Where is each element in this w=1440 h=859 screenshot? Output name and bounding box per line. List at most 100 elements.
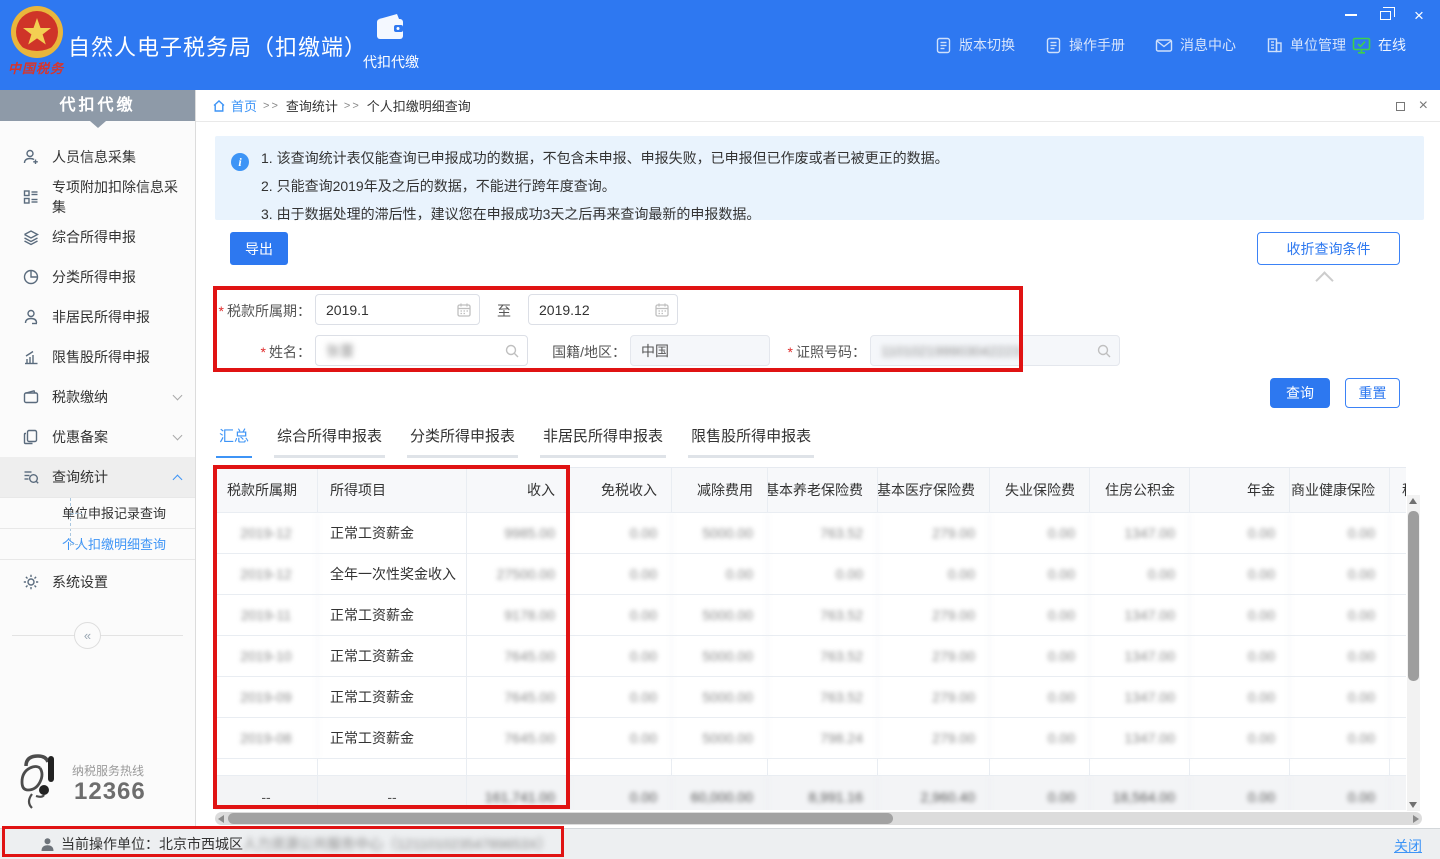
scroll-right-arrow-icon[interactable] [1413, 815, 1419, 823]
scroll-down-arrow-icon[interactable] [1409, 802, 1417, 808]
report-tabs: 汇总 综合所得申报表 分类所得申报表 非居民所得申报表 限售股所得申报表 [216, 425, 814, 458]
table-row[interactable]: 2019-12正常工资薪金9985.000.005000.00763.52279… [215, 513, 1406, 554]
period-to-input[interactable]: 2019.12 [528, 294, 678, 325]
tax-bureau-emblem-icon [10, 5, 64, 59]
vertical-scrollbar[interactable] [1407, 495, 1420, 811]
period-to-label: 至 [489, 301, 519, 321]
copy-docs-icon [22, 428, 40, 446]
table-cell [878, 759, 990, 776]
nav-unit-management[interactable]: 单位管理 [1266, 35, 1346, 55]
column-header: 减除费用 [672, 468, 768, 512]
query-button[interactable]: 查询 [1270, 378, 1330, 408]
income-item-cell: 正常工资薪金 [318, 595, 467, 635]
summary-value-cell: 8,991.16 [768, 776, 878, 810]
status-bar: 当前操作单位：北京市西城区人力资源公共服务中心（1211010235478965… [0, 828, 1440, 859]
window-minimize-button[interactable] [1340, 4, 1362, 26]
hotline-label: 纳税服务热线 [72, 762, 144, 779]
breadcrumb-level2: 个人扣缴明细查询 [367, 96, 471, 115]
sidebar-item-restricted-stock[interactable]: 限售股所得申报 [0, 337, 195, 377]
tab-comprehensive-income[interactable]: 综合所得申报表 [274, 425, 385, 458]
tab-restricted-stock[interactable]: 限售股所得申报表 [688, 425, 814, 458]
fold-query-button[interactable]: 收折查询条件 [1257, 232, 1400, 265]
sidebar-item-preferential-filing[interactable]: 优惠备案 [0, 417, 195, 457]
summary-item-cell: -- [318, 776, 467, 810]
reset-button[interactable]: 重置 [1345, 378, 1400, 408]
scroll-up-arrow-icon[interactable] [1409, 498, 1417, 504]
pie-chart-icon [22, 268, 40, 286]
value-cell: 763.52 [768, 513, 878, 553]
table-row[interactable]: 2019-09正常工资薪金7645.000.005000.00763.52279… [215, 677, 1406, 718]
hotline-number: 12366 [74, 778, 146, 806]
envelope-icon [1155, 38, 1173, 53]
sidebar-item-classified-income[interactable]: 分类所得申报 [0, 257, 195, 297]
horizontal-scrollbar[interactable] [215, 812, 1422, 825]
sidebar-collapse-button[interactable]: « [74, 622, 101, 649]
nav-label: 版本切换 [959, 35, 1015, 55]
nationality-value: 中国 [641, 341, 669, 361]
value-cell: 0.00 [990, 513, 1090, 553]
breadcrumb-level1[interactable]: 查询统计 [286, 96, 338, 115]
summary-value-cell: 0.00 [1290, 776, 1390, 810]
calendar-icon[interactable] [456, 302, 472, 318]
vertical-scrollbar-thumb[interactable] [1408, 511, 1419, 681]
table-cell [1190, 759, 1290, 776]
nav-manual[interactable]: 操作手册 [1045, 35, 1125, 55]
value-cell: 279.00 [878, 595, 990, 635]
sidebar-item-system-settings[interactable]: 系统设置 [0, 560, 195, 604]
value-cell: 5000.00 [672, 595, 768, 635]
close-link[interactable]: 关闭 [1394, 836, 1422, 856]
table-cell [990, 759, 1090, 776]
value-cell: 0.00 [672, 554, 768, 594]
nav-message-center[interactable]: 消息中心 [1155, 35, 1236, 55]
sidebar-item-personnel-info[interactable]: 人员信息采集 [0, 137, 195, 177]
value-cell: 0.00 [1390, 718, 1406, 758]
sidebar-item-label: 分类所得申报 [52, 267, 136, 287]
tab-nonresident-income[interactable]: 非居民所得申报表 [540, 425, 666, 458]
column-header: 基本养老保险费 [768, 468, 878, 512]
table-header-row: 税款所属期所得项目收入免税收入减除费用基本养老保险费基本医疗保险费失业保险费住房… [215, 468, 1406, 513]
period-cell: 2019-12 [215, 554, 318, 594]
current-unit-label: 当前操作单位： [61, 834, 159, 854]
window-restore-button[interactable] [1374, 4, 1396, 26]
sidebar-item-query-statistics[interactable]: 查询统计 [0, 457, 195, 497]
sidebar-item-nonresident-income[interactable]: 非居民所得申报 [0, 297, 195, 337]
value-cell: 798.24 [768, 718, 878, 758]
window-close-button[interactable]: × [1408, 4, 1430, 26]
search-icon[interactable] [504, 343, 520, 359]
period-from-input[interactable]: 2019.1 [315, 294, 480, 325]
table-row[interactable]: 2019-12全年一次性奖金收入27500.000.000.000.000.00… [215, 554, 1406, 595]
horizontal-scrollbar-thumb[interactable] [228, 813, 893, 824]
name-input[interactable]: 张蕾 [315, 335, 528, 366]
table-row[interactable]: 2019-08正常工资薪金7645.000.005000.00798.24279… [215, 718, 1406, 759]
sidebar-subitem-unit-record-query[interactable]: 单位申报记录查询 [0, 498, 195, 529]
id-number-input[interactable]: 110102199903042223 [870, 335, 1120, 366]
search-icon[interactable] [1096, 343, 1112, 359]
value-cell: 0.00 [990, 595, 1090, 635]
nav-version-switch[interactable]: 版本切换 [935, 35, 1015, 55]
value-cell: 0.00 [1390, 513, 1406, 553]
required-asterisk: * [219, 303, 224, 319]
scroll-left-arrow-icon[interactable] [218, 815, 224, 823]
sidebar-item-label: 综合所得申报 [52, 227, 136, 247]
value-cell: 0.00 [990, 718, 1090, 758]
table-row-partial: .. [215, 759, 1406, 776]
sidebar-item-comprehensive-income[interactable]: 综合所得申报 [0, 217, 195, 257]
export-button[interactable]: 导出 [230, 232, 288, 265]
tab-summary[interactable]: 汇总 [216, 425, 252, 458]
tab-withholding[interactable]: 代扣代缴 [345, 13, 437, 72]
person-icon [40, 837, 55, 852]
breadcrumb-separator: >> [263, 100, 280, 112]
panel-maximize-icon[interactable] [1396, 102, 1405, 111]
value-cell: 0.00 [570, 636, 672, 676]
breadcrumb-home[interactable]: 首页 [212, 96, 257, 115]
calendar-icon[interactable] [654, 302, 670, 318]
column-header: 失业保险费 [990, 468, 1090, 512]
panel-close-icon[interactable]: × [1419, 98, 1428, 114]
layers-icon [22, 228, 40, 246]
table-row[interactable]: 2019-11正常工资薪金9178.000.005000.00763.52279… [215, 595, 1406, 636]
sidebar-item-tax-payment[interactable]: 税款缴纳 [0, 377, 195, 417]
sidebar-subitem-personal-withholding-query[interactable]: 个人扣缴明细查询 [0, 529, 195, 560]
tab-classified-income[interactable]: 分类所得申报表 [407, 425, 518, 458]
sidebar-item-special-deduction[interactable]: 专项附加扣除信息采集 [0, 177, 195, 217]
table-row[interactable]: 2019-10正常工资薪金7645.000.005000.00763.52279… [215, 636, 1406, 677]
